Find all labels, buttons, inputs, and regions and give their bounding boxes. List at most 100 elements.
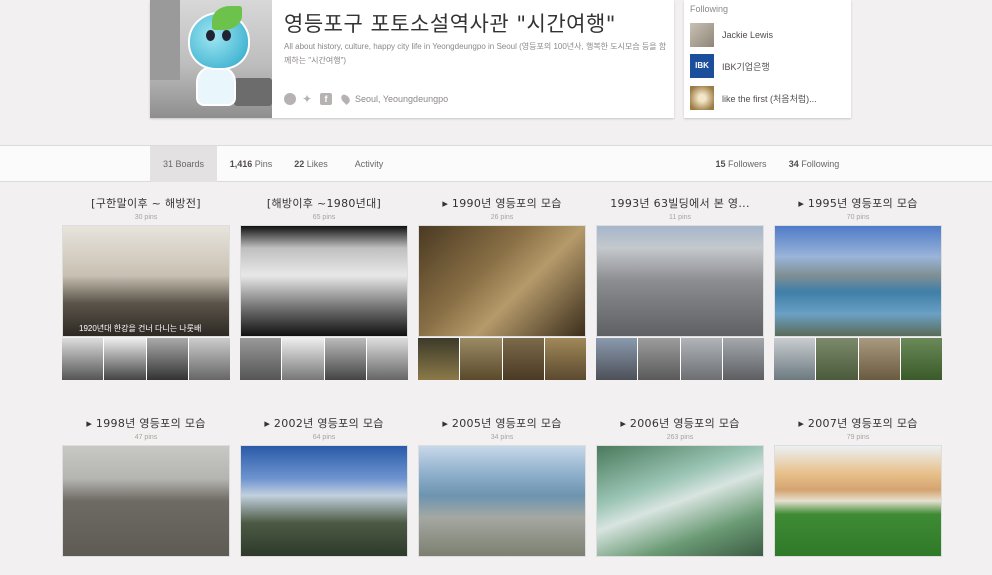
board-card[interactable]: [해방이후 ~1980년대] 65 pins — [240, 197, 408, 380]
following-user[interactable]: Jackie Lewis — [690, 23, 773, 47]
board-title: ▸ 1990년 영등포의 모습 — [442, 197, 562, 210]
board-card[interactable]: ▸ 1990년 영등포의 모습 26 pins — [418, 197, 586, 380]
globe-icon[interactable] — [284, 93, 296, 105]
board-thumbnail — [680, 338, 723, 380]
board-title: ▸ 1995년 영등포의 모습 — [798, 197, 918, 210]
board-thumbnail — [460, 338, 503, 380]
board-pin-count: 11 pins — [668, 214, 692, 221]
tab-pins-label: Pins — [254, 159, 273, 169]
tab-likes-count: 22 — [294, 159, 305, 169]
avatar-bus — [234, 78, 272, 106]
board-title: ▸ 2002년 영등포의 모습 — [264, 417, 384, 430]
tab-boards-count: 31 — [162, 159, 173, 169]
ibk-logo-icon: IBK — [690, 54, 714, 78]
board-card[interactable]: ▸ 2005년 영등포의 모습 34 pins — [418, 417, 586, 557]
board-thumbnail — [104, 338, 147, 380]
board-cover-image[interactable] — [596, 225, 764, 337]
board-pin-count: 79 pins — [846, 434, 870, 441]
board-pin-count: 64 pins — [312, 434, 336, 441]
board-thumbnail — [502, 338, 545, 380]
board-cover-image[interactable] — [774, 445, 942, 557]
following-user-name: IBK기업은행 — [722, 61, 770, 72]
board-title: ▸ 2007년 영등포의 모습 — [798, 417, 918, 430]
board-title: 1993년 63빌딩에서 본 영... — [610, 197, 750, 210]
board-thumbnail — [638, 338, 681, 380]
following-user-name: Jackie Lewis — [722, 30, 774, 40]
tab-following-label: Following — [801, 159, 840, 169]
avatar-building — [150, 0, 180, 80]
profile-card: 영등포구 포토소설역사관 "시간여행" All about history, c… — [150, 0, 674, 118]
following-user-name: like the first (처음처럼)... — [722, 93, 817, 104]
board-card[interactable]: 1993년 63빌딩에서 본 영... 11 pins — [596, 197, 764, 380]
board-cover-image[interactable] — [240, 225, 408, 337]
board-cover-image[interactable] — [62, 445, 230, 557]
board-cover-image[interactable] — [418, 445, 586, 557]
following-widget-title: Following — [690, 4, 729, 14]
board-thumbnails — [774, 338, 942, 380]
tab-following[interactable]: 34 Following — [780, 146, 848, 182]
location-pin-icon — [339, 92, 352, 106]
board-pin-count: 34 pins — [490, 434, 514, 441]
tab-pins-count: 1,416 — [229, 159, 253, 169]
board-card[interactable]: ▸ 2002년 영등포의 모습 64 pins — [240, 417, 408, 557]
board-title: ▸ 1998년 영등포의 모습 — [86, 417, 206, 430]
board-cover-caption: 1920년대 한강을 건너 다니는 나룻배 — [79, 324, 202, 333]
profile-avatar[interactable] — [150, 0, 272, 118]
board-card[interactable]: ▸ 2006년 영등포의 모습 263 pins — [596, 417, 764, 557]
avatar-mascot-eye — [206, 30, 215, 41]
board-thumbnail — [240, 338, 283, 380]
board-thumbnail — [282, 338, 325, 380]
board-thumbnail — [418, 338, 461, 380]
board-thumbnail — [722, 338, 764, 380]
avatar-mascot-eye — [222, 30, 231, 41]
tab-likes[interactable]: 22 Likes — [286, 146, 336, 182]
tab-activity[interactable]: Activity — [345, 146, 393, 182]
profile-location: Seoul, Yeoungdeungpo — [355, 94, 449, 104]
twitter-icon[interactable]: ✦ — [302, 93, 314, 105]
board-thumbnail — [858, 338, 901, 380]
user-avatar — [690, 86, 714, 110]
board-thumbnail — [596, 338, 639, 380]
board-card[interactable]: [구한말이후 ~ 해방전] 30 pins 1920년대 한강을 건너 다니는 … — [62, 197, 230, 380]
tab-pins[interactable]: 1,416 Pins — [220, 146, 282, 182]
avatar-mascot-legs — [196, 66, 236, 106]
board-cover-image[interactable] — [596, 445, 764, 557]
board-thumbnail — [900, 338, 942, 380]
tab-boards-label: Boards — [175, 159, 205, 169]
board-pin-count: 65 pins — [312, 214, 336, 221]
board-thumbnails — [240, 338, 408, 380]
board-pin-count: 30 pins — [134, 214, 158, 221]
board-card[interactable]: ▸ 1995년 영등포의 모습 70 pins — [774, 197, 942, 380]
tab-boards[interactable]: 31 Boards — [150, 146, 217, 182]
board-cover-image[interactable] — [240, 445, 408, 557]
board-thumbnail — [366, 338, 408, 380]
following-widget: Following Jackie Lewis IBK IBK기업은행 like … — [684, 0, 851, 118]
board-title: ▸ 2006년 영등포의 모습 — [620, 417, 740, 430]
board-title: [해방이후 ~1980년대] — [266, 197, 382, 210]
board-cover-image[interactable] — [774, 225, 942, 337]
board-thumbnail — [816, 338, 859, 380]
board-cover-image[interactable]: 1920년대 한강을 건너 다니는 나룻배 — [62, 225, 230, 337]
profile-links: ✦ f Seoul, Yeoungdeungpo — [284, 92, 448, 106]
facebook-icon[interactable]: f — [320, 93, 332, 105]
board-card[interactable]: ▸ 2007년 영등포의 모습 79 pins — [774, 417, 942, 557]
profile-nav-bar: 31 Boards 1,416 Pins 22 Likes Activity 1… — [0, 145, 992, 182]
tab-followers-count: 15 — [715, 159, 726, 169]
board-thumbnail — [146, 338, 189, 380]
profile-name: 영등포구 포토소설역사관 "시간여행" — [284, 12, 616, 36]
board-title: [구한말이후 ~ 해방전] — [91, 197, 201, 210]
user-avatar — [690, 23, 714, 47]
board-thumbnail — [544, 338, 586, 380]
following-user[interactable]: IBK IBK기업은행 — [690, 54, 770, 78]
board-thumbnails — [62, 338, 230, 380]
profile-about: All about history, culture, happy city l… — [284, 42, 667, 65]
board-title: ▸ 2005년 영등포의 모습 — [442, 417, 562, 430]
board-card[interactable]: ▸ 1998년 영등포의 모습 47 pins — [62, 417, 230, 557]
following-user[interactable]: like the first (처음처럼)... — [690, 86, 817, 110]
tab-followers[interactable]: 15 Followers — [706, 146, 776, 182]
board-cover-image[interactable] — [418, 225, 586, 337]
board-thumbnails — [418, 338, 586, 380]
tab-following-count: 34 — [788, 159, 799, 169]
board-pin-count: 47 pins — [134, 434, 158, 441]
board-pin-count: 26 pins — [490, 214, 514, 221]
